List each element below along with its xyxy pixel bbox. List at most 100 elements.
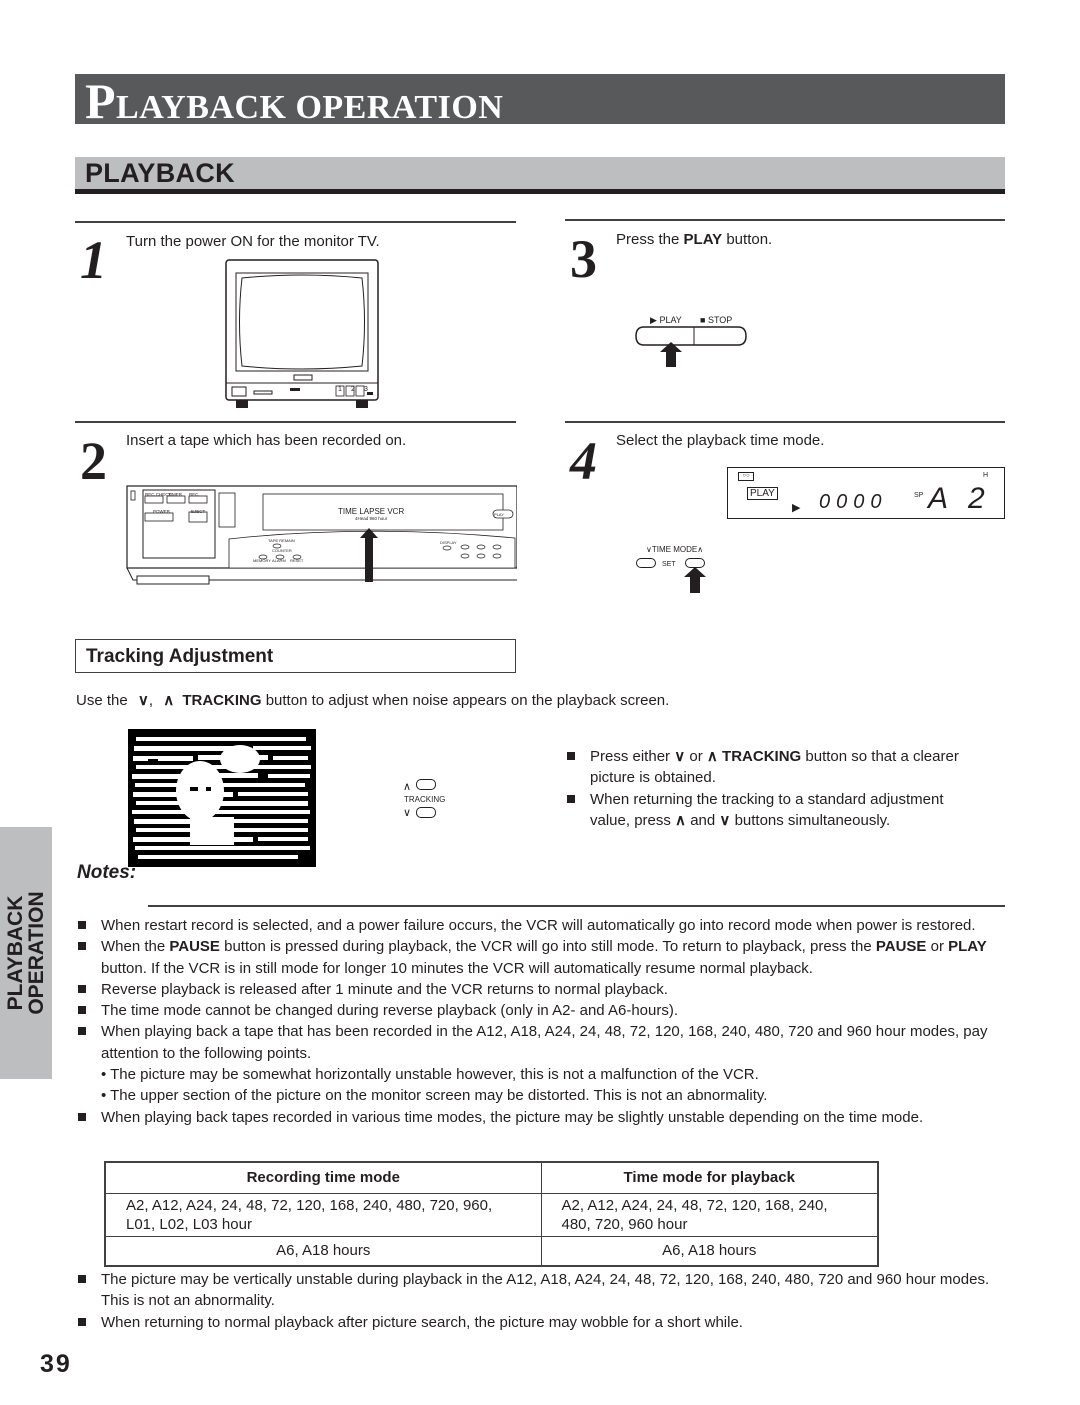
note-2-bold-3: PLAY bbox=[948, 938, 987, 956]
tracking-instructions: Press either ∨ or ∧ TRACKING button so t… bbox=[565, 746, 985, 831]
page-number: 39 bbox=[40, 1350, 72, 1378]
side-tab-line-2: OPERATION bbox=[25, 891, 48, 1015]
note-item: The picture may be vertically unstable d… bbox=[76, 1269, 1006, 1312]
step-4-number: 4 bbox=[570, 431, 597, 491]
display-mode-letter: A bbox=[928, 482, 949, 515]
side-section-tab: PLAYBACK OPERATION bbox=[0, 827, 52, 1079]
vcr-label-play: PLAY bbox=[494, 512, 504, 517]
note-item: When the PAUSE button is pressed during … bbox=[76, 936, 1006, 979]
chevron-down-icon: ∨ bbox=[719, 811, 731, 829]
vcr-label-eject: EJECT bbox=[191, 509, 206, 514]
step-3-text-bold: PLAY bbox=[683, 231, 723, 248]
table-cell: A6, A18 hours bbox=[104, 1235, 542, 1267]
vcr-label-alarm: ALARM bbox=[272, 558, 286, 563]
vcr-label-rec: REC bbox=[189, 492, 199, 497]
note-2-text-3: or bbox=[926, 938, 949, 956]
note-2-text-4: button. If the VCR is in still mode for … bbox=[101, 959, 813, 977]
side-tab-label: PLAYBACK OPERATION bbox=[4, 891, 48, 1015]
vcr-display-panel: ○○ PLAY ▶ 0000 SP A 2 H bbox=[727, 467, 1005, 519]
step-2-text: Insert a tape which has been recorded on… bbox=[126, 432, 407, 449]
noisy-picture-illustration bbox=[128, 729, 316, 867]
step-1-number: 1 bbox=[80, 230, 107, 290]
display-counter: 0000 bbox=[819, 491, 888, 513]
tracking-bullet: When returning the tracking to a standar… bbox=[565, 789, 985, 832]
note-2-text-2: button is pressed during playback, the V… bbox=[219, 938, 876, 956]
notes-heading: Notes: bbox=[77, 862, 137, 883]
side-tab-line-1: PLAYBACK bbox=[4, 895, 27, 1011]
note-2-bold-2: PAUSE bbox=[875, 938, 927, 956]
vcr-front-panel-illustration bbox=[126, 485, 517, 585]
display-play-indicator-icon: ▶ bbox=[792, 502, 801, 514]
vcr-label-counter: COUNTER bbox=[272, 548, 292, 553]
table-cell: A2, A12, A24, 24, 48, 72, 120, 168, 240,… bbox=[104, 1192, 542, 1237]
table-cell: A2, A12, A24, 24, 48, 72, 120, 168, 240,… bbox=[540, 1192, 879, 1237]
table-header: Recording time mode bbox=[104, 1161, 542, 1194]
set-label: SET bbox=[662, 561, 676, 568]
title-initial: P bbox=[85, 73, 117, 129]
chevron-up-icon: ∧ bbox=[675, 811, 687, 829]
tracking-bullet-1-bold: TRACKING bbox=[722, 748, 802, 765]
display-mode-number: 2 bbox=[968, 482, 985, 515]
note-item: When playing back tapes recorded in vari… bbox=[76, 1107, 1006, 1128]
step-4-rule bbox=[565, 421, 1005, 423]
tracking-down-icon: ∨ bbox=[403, 807, 412, 819]
note-item: When returning to normal playback after … bbox=[76, 1312, 1006, 1333]
stop-label: ■ STOP bbox=[700, 315, 732, 325]
tracking-up-button[interactable] bbox=[416, 779, 436, 790]
tracking-bullet-1-mid: or bbox=[689, 748, 703, 765]
tv-button-label-3: 3 bbox=[364, 386, 368, 393]
step-4-text: Select the playback time mode. bbox=[616, 432, 825, 449]
tracking-bullet-2-post: buttons simultaneously. bbox=[734, 811, 891, 829]
tracking-up-icon: ∧ bbox=[403, 781, 412, 793]
step-3-text-pre: Press the bbox=[616, 231, 684, 248]
notes-list-after: The picture may be vertically unstable d… bbox=[76, 1269, 1006, 1333]
press-arrow-icon bbox=[684, 567, 706, 593]
tracking-bullet-2-mid: and bbox=[690, 811, 716, 829]
display-speed: SP bbox=[914, 492, 924, 499]
note-item: When restart record is selected, and a p… bbox=[76, 915, 1006, 936]
display-unit: H bbox=[983, 472, 989, 479]
play-triangle-icon: ▶ bbox=[650, 315, 657, 325]
time-mode-label: ∨TIME MODE∧ bbox=[646, 545, 703, 554]
tracking-intro-pre: Use the bbox=[76, 692, 128, 709]
tv-button-label-2: 2 bbox=[351, 386, 355, 393]
vcr-label-timer: TIMER bbox=[168, 492, 182, 497]
stop-square-icon: ■ bbox=[700, 315, 706, 325]
section-heading: PLAYBACK bbox=[85, 158, 235, 188]
chevron-up-icon: ∧ bbox=[163, 692, 175, 709]
stop-button[interactable] bbox=[694, 327, 746, 345]
tv-channel-button-3[interactable] bbox=[355, 385, 365, 397]
table-row: A6, A18 hours A6, A18 hours bbox=[104, 1235, 879, 1267]
note-item: Reverse playback is released after 1 min… bbox=[76, 979, 1006, 1000]
vcr-label-tape-remain: TAPE REMAIN bbox=[268, 538, 295, 543]
play-label-text: PLAY bbox=[659, 315, 682, 325]
step-2-rule bbox=[75, 421, 516, 423]
note-item: When playing back a tape that has been r… bbox=[76, 1021, 1006, 1064]
note-item: The time mode cannot be changed during r… bbox=[76, 1000, 1006, 1021]
tracking-intro-post: button to adjust when noise appears on t… bbox=[265, 692, 670, 709]
tracking-intro-bold: TRACKING bbox=[182, 692, 262, 709]
step-3-text-post: button. bbox=[722, 231, 773, 248]
time-mode-label-text: TIME MODE bbox=[651, 545, 698, 554]
vcr-model-sub-label: 4Head 960 hour bbox=[355, 516, 388, 521]
tracking-down-button[interactable] bbox=[416, 807, 436, 818]
table-header-row: Recording time mode Time mode for playba… bbox=[104, 1161, 879, 1194]
note-sub-item: • The picture may be somewhat horizontal… bbox=[101, 1066, 759, 1084]
chevron-up-icon: ∧ bbox=[706, 748, 718, 765]
tracking-bullet: Press either ∨ or ∧ TRACKING button so t… bbox=[565, 746, 985, 789]
display-status: PLAY bbox=[747, 487, 778, 500]
tracking-heading-box: Tracking Adjustment bbox=[75, 639, 516, 673]
play-button[interactable] bbox=[636, 327, 694, 345]
time-mode-up-icon: ∧ bbox=[697, 545, 704, 554]
time-mode-down-button[interactable] bbox=[636, 558, 656, 568]
tracking-heading: Tracking Adjustment bbox=[86, 646, 274, 667]
tracking-bullet-1-pre: Press either bbox=[590, 748, 671, 765]
stop-label-text: STOP bbox=[707, 315, 733, 325]
step-3-text: Press the PLAY button. bbox=[616, 231, 772, 248]
notes-list: When restart record is selected, and a p… bbox=[76, 915, 1006, 1128]
step-1-text: Turn the power ON for the monitor TV. bbox=[126, 233, 380, 250]
title-rest: LAYBACK OPERATION bbox=[116, 89, 504, 126]
vcr-label-power: POWER bbox=[153, 509, 171, 514]
table-header: Time mode for playback bbox=[540, 1161, 879, 1194]
note-2-text-1: When the bbox=[101, 938, 170, 956]
